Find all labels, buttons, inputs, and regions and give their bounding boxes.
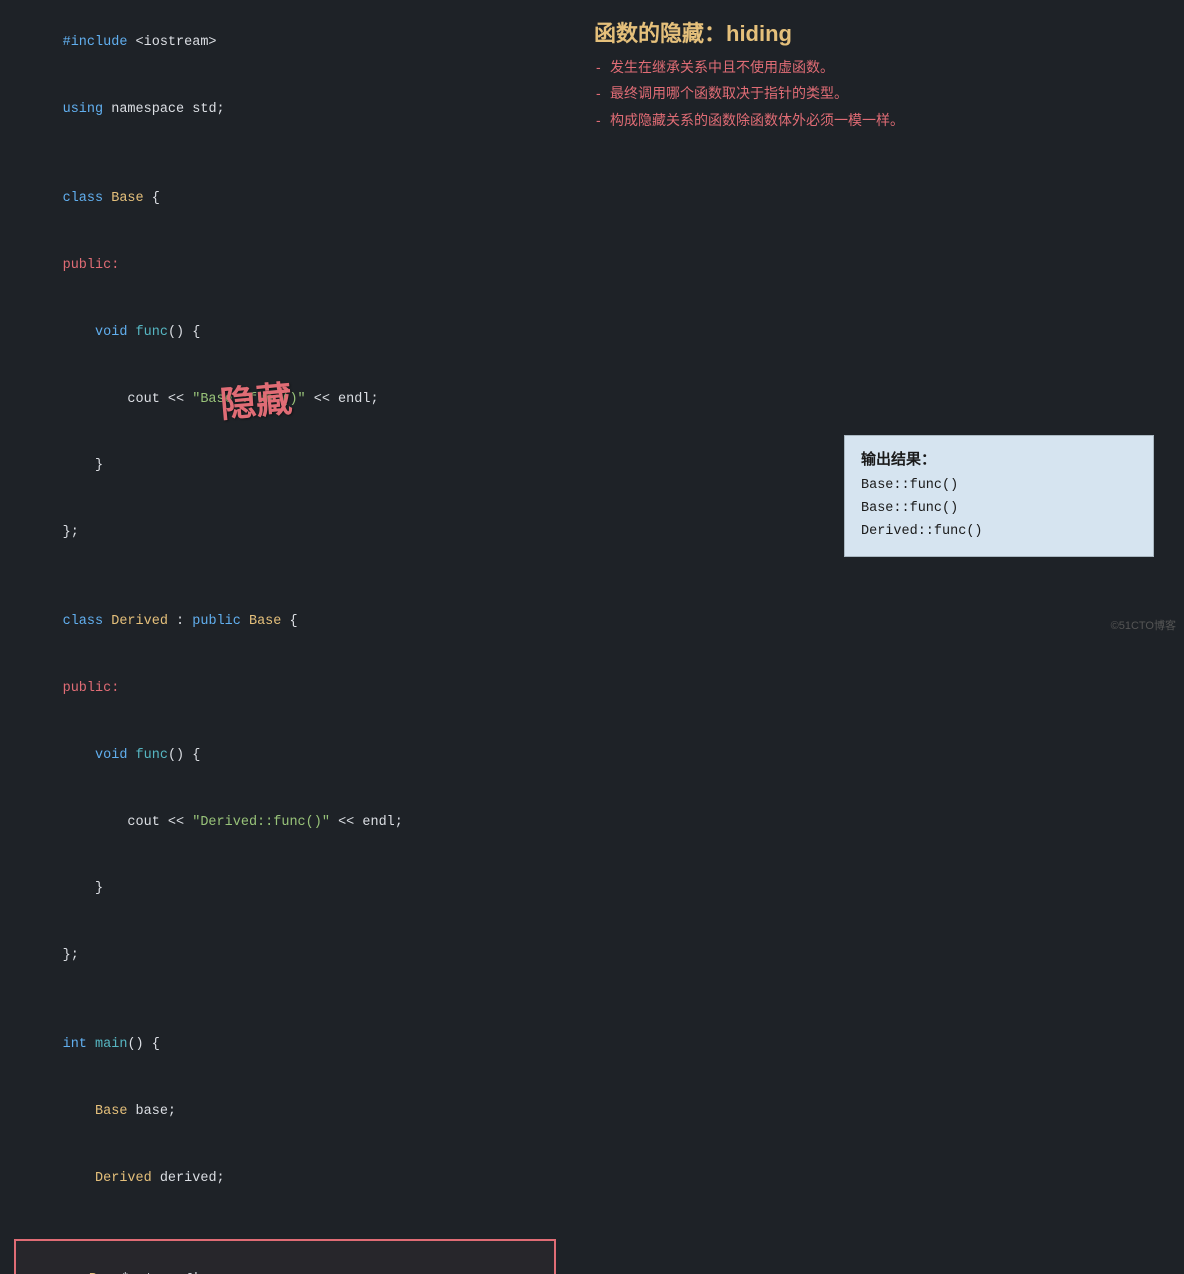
code-line-17 bbox=[14, 990, 556, 1012]
include-keyword: #include bbox=[63, 35, 128, 50]
bullet-item-1: 发生在继承关系中且不使用虚函数。 bbox=[594, 56, 1160, 78]
code-line-19: Base base; bbox=[14, 1079, 556, 1146]
code-line-20: Derived derived; bbox=[14, 1146, 556, 1213]
output-box: 输出结果： Base::func() Base::func() Derived:… bbox=[844, 435, 1154, 557]
code-line-12: public: bbox=[14, 656, 556, 723]
right-panel: 函数的隐藏：hiding 发生在继承关系中且不使用虚函数。 最终调用哪个函数取决… bbox=[570, 0, 1184, 637]
bullet-list: 发生在继承关系中且不使用虚函数。 最终调用哪个函数取决于指针的类型。 构成隐藏关… bbox=[594, 56, 1160, 131]
title-section: 函数的隐藏：hiding 发生在继承关系中且不使用虚函数。 最终调用哪个函数取决… bbox=[594, 16, 1160, 131]
bullet-item-3: 构成隐藏关系的函数除函数体外必须一模一样。 bbox=[594, 109, 1160, 131]
code-line-1: #include <iostream> bbox=[14, 10, 556, 77]
main-title: 函数的隐藏：hiding bbox=[594, 16, 1160, 48]
box-line-1: Base* ptr = &base; bbox=[24, 1247, 546, 1274]
output-line-2: Base::func() bbox=[861, 498, 1137, 521]
bullet-item-2: 最终调用哪个函数取决于指针的类型。 bbox=[594, 82, 1160, 104]
code-line-9: }; bbox=[14, 500, 556, 567]
code-line-5: public: bbox=[14, 233, 556, 300]
code-line-3 bbox=[14, 144, 556, 166]
code-line-6: void func() { bbox=[14, 299, 556, 366]
highlight-box: Base* ptr = &base; ptr->func(); // 输出: B… bbox=[14, 1239, 556, 1274]
watermark: ©51CTO博客 bbox=[1111, 617, 1176, 633]
code-panel: #include <iostream> using namespace std;… bbox=[0, 0, 570, 637]
code-line-13: void func() { bbox=[14, 723, 556, 790]
code-line-16: }; bbox=[14, 923, 556, 990]
code-line-8: } bbox=[14, 433, 556, 500]
code-line-2: using namespace std; bbox=[14, 77, 556, 144]
code-line-4: class Base { bbox=[14, 166, 556, 233]
main-container: #include <iostream> using namespace std;… bbox=[0, 0, 1184, 637]
code-line-10 bbox=[14, 567, 556, 589]
code-line-14: cout << "Derived::func()" << endl; bbox=[14, 789, 556, 856]
output-line-3: Derived::func() bbox=[861, 521, 1137, 544]
output-title: 输出结果： bbox=[861, 448, 1137, 469]
output-line-1: Base::func() bbox=[861, 475, 1137, 498]
code-line-15: } bbox=[14, 856, 556, 923]
code-line-18: int main() { bbox=[14, 1012, 556, 1079]
code-line-11: class Derived : public Base { bbox=[14, 589, 556, 656]
output-code: Base::func() Base::func() Derived::func(… bbox=[861, 475, 1137, 544]
hidden-label: 隐藏 bbox=[218, 369, 295, 434]
code-line-21 bbox=[14, 1212, 556, 1234]
